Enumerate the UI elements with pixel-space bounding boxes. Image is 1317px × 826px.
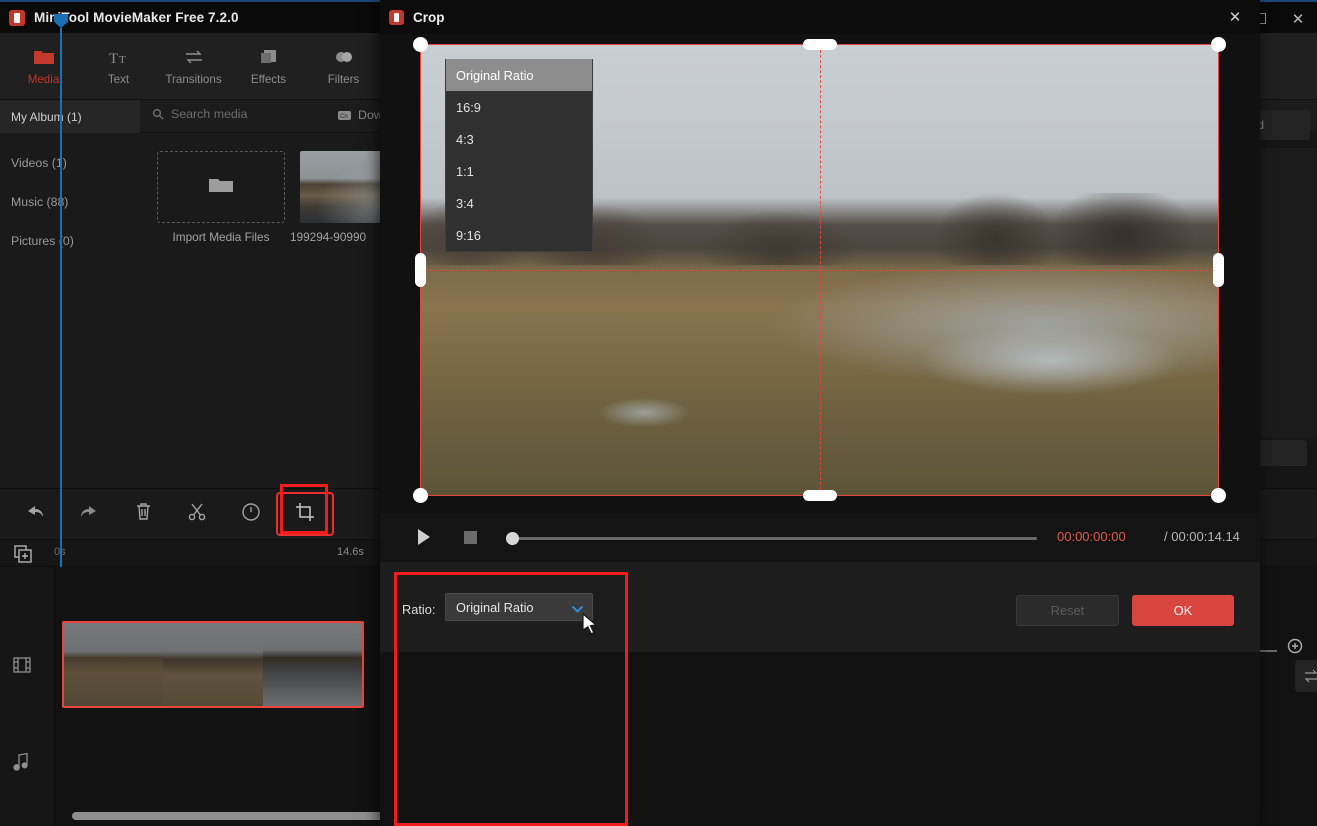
playback-slider-track[interactable]: [512, 537, 1037, 540]
ribbon-tab-transitions[interactable]: Transitions: [156, 35, 231, 97]
track-rail: [0, 567, 54, 826]
crop-dialog-titlebar: Crop ✕: [380, 0, 1260, 34]
crop-handle-top-right[interactable]: [1211, 37, 1226, 52]
ratio-selected-value: Original Ratio: [456, 599, 534, 615]
folder-open-icon: [208, 175, 234, 200]
crop-handle-middle-left[interactable]: [415, 253, 426, 287]
svg-text:Cn: Cn: [340, 114, 348, 120]
crop-icon: [295, 502, 315, 527]
ratio-option-16-9[interactable]: 16:9: [446, 91, 592, 123]
folder-icon: [33, 46, 55, 68]
crop-guide-horizontal: [421, 270, 1218, 271]
current-time-label: 00:00:00:00: [1057, 529, 1126, 544]
sidebar-item-pictures[interactable]: Pictures (0): [0, 221, 140, 260]
redo-button[interactable]: [62, 494, 116, 534]
timeline-video-clip[interactable]: [62, 621, 364, 708]
ratio-option-original[interactable]: Original Ratio: [446, 59, 592, 91]
stop-icon[interactable]: [464, 531, 477, 544]
timeline-end-label: 14.6s: [337, 546, 364, 558]
ribbon-tab-text-label: Text: [107, 73, 130, 86]
ratio-dropdown-menu: Original Ratio 16:9 4:3 1:1 3:4 9:16: [445, 59, 593, 252]
scissors-icon: [188, 502, 206, 526]
ribbon-tab-effects[interactable]: Effects: [231, 35, 306, 97]
crop-dialog: Crop ✕ 00:00:00:00 / 00:00:14.14 Ratio: …: [380, 0, 1260, 826]
delete-button[interactable]: [116, 494, 170, 534]
download-icon: Cn: [338, 110, 351, 121]
crop-handle-bottom-center[interactable]: [802, 490, 837, 501]
import-media-tile[interactable]: [157, 151, 285, 223]
transitions-icon: [183, 46, 205, 68]
search-icon: [152, 108, 164, 120]
add-media-icon[interactable]: [14, 545, 32, 568]
crop-dialog-title: Crop: [413, 9, 445, 25]
crop-dialog-footer: [380, 652, 1260, 826]
svg-text:T: T: [109, 51, 118, 66]
total-time-label: / 00:00:14.14: [1164, 529, 1240, 544]
speed-button[interactable]: [224, 494, 278, 534]
import-media-label: Import Media Files: [172, 230, 270, 244]
ribbon-tab-effects-label: Effects: [250, 73, 287, 86]
speed-icon: [241, 502, 261, 527]
preview-player-bar: 00:00:00:00 / 00:00:14.14: [380, 514, 1260, 562]
album-tab[interactable]: My Album (1): [0, 100, 140, 133]
reset-button[interactable]: Reset: [1016, 595, 1119, 626]
film-strip-icon: [12, 655, 32, 680]
ratio-option-9-16[interactable]: 9:16: [446, 219, 592, 251]
ribbon-tab-filters-label: Filters: [327, 73, 360, 86]
ratio-bar: Ratio: Original Ratio Reset OK: [380, 562, 1260, 652]
crop-handle-top-left[interactable]: [413, 37, 428, 52]
search-input[interactable]: Search media: [152, 107, 247, 121]
split-button[interactable]: [170, 494, 224, 534]
transition-slot-4[interactable]: [1295, 660, 1317, 692]
crop-handle-bottom-right[interactable]: [1211, 488, 1226, 503]
crop-handle-bottom-left[interactable]: [413, 488, 428, 503]
ribbon-tab-media-label: Media: [27, 73, 60, 86]
filters-icon: [333, 46, 355, 68]
redo-icon: [79, 503, 99, 526]
trash-icon: [135, 502, 152, 526]
effects-icon: [258, 46, 280, 68]
sidebar-item-music[interactable]: Music (88): [0, 182, 140, 221]
ratio-option-1-1[interactable]: 1:1: [446, 155, 592, 187]
ratio-label: Ratio:: [402, 602, 436, 617]
crop-handle-top-center[interactable]: [802, 39, 837, 50]
ok-button[interactable]: OK: [1132, 595, 1234, 626]
media-categories: Videos (1) Music (88) Pictures (0): [0, 133, 140, 488]
crop-dialog-close-icon[interactable]: ✕: [1222, 6, 1248, 28]
minitool-logo-icon: [9, 9, 25, 26]
ratio-option-4-3[interactable]: 4:3: [446, 123, 592, 155]
play-icon[interactable]: [418, 529, 430, 545]
crop-button[interactable]: [276, 492, 334, 536]
search-placeholder: Search media: [171, 107, 248, 121]
download-button[interactable]: Cn Dow: [338, 108, 383, 122]
undo-button[interactable]: [8, 494, 62, 534]
ribbon-tab-transitions-label: Transitions: [165, 73, 222, 86]
close-button[interactable]: ✕: [1279, 2, 1317, 35]
ribbon-tab-media[interactable]: Media: [6, 35, 81, 97]
music-note-icon: [12, 752, 30, 777]
playback-slider-knob[interactable]: [506, 532, 519, 545]
sidebar-item-videos[interactable]: Videos (1): [0, 143, 140, 182]
undo-icon: [25, 503, 45, 526]
ribbon-tab-filters[interactable]: Filters: [306, 35, 381, 97]
ratio-option-3-4[interactable]: 3:4: [446, 187, 592, 219]
crop-handle-middle-right[interactable]: [1213, 253, 1224, 287]
text-icon: TT: [108, 46, 130, 68]
minitool-logo-icon: [389, 9, 404, 25]
mouse-cursor: [582, 612, 599, 642]
ratio-select[interactable]: Original Ratio: [445, 593, 593, 621]
svg-text:T: T: [119, 54, 126, 66]
ribbon-tab-text[interactable]: TT Text: [81, 35, 156, 97]
app-window: MiniTool MovieMaker Free 7.2.0 ☐ ✕ Media…: [0, 0, 1317, 826]
